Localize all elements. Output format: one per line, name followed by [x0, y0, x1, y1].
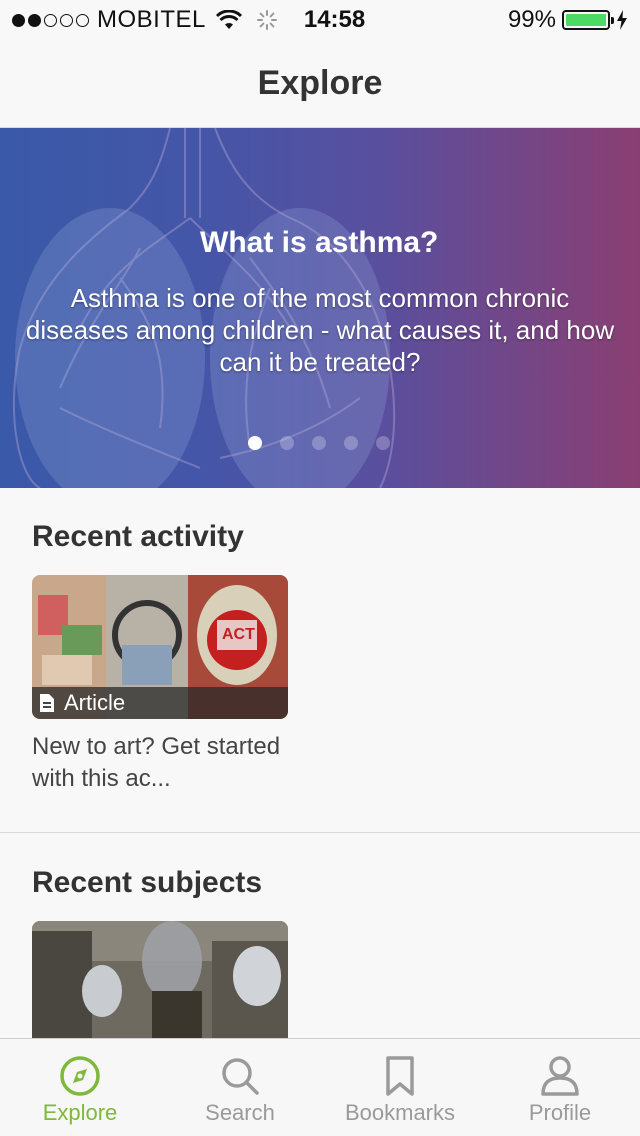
hero-description: Asthma is one of the most common chronic…	[25, 283, 615, 377]
tab-bar: Explore Search Bookmarks Profile	[0, 1038, 640, 1136]
person-icon	[541, 1056, 579, 1096]
page-dot[interactable]	[248, 436, 262, 450]
recent-activity-heading: Recent activity	[32, 520, 244, 553]
page-title: Explore	[257, 64, 383, 102]
charging-icon	[617, 10, 627, 30]
tab-search[interactable]: Search	[160, 1039, 320, 1136]
tab-bookmarks[interactable]: Bookmarks	[320, 1039, 480, 1136]
status-bar: MOBITEL 14:58 99%	[0, 0, 640, 40]
page-dot[interactable]	[312, 436, 326, 450]
compass-icon	[60, 1056, 100, 1096]
page-dot[interactable]	[280, 436, 294, 450]
tab-label: Search	[205, 1100, 275, 1125]
wifi-icon	[215, 10, 242, 29]
tab-label: Explore	[42, 1100, 118, 1125]
article-badge: Article	[32, 687, 288, 719]
recent-activity-card[interactable]: ACT Article	[32, 575, 288, 719]
signal-strength-icon	[12, 13, 89, 27]
page-dot[interactable]	[376, 436, 390, 450]
tab-explore[interactable]: Explore	[0, 1039, 160, 1136]
search-icon	[222, 1058, 259, 1095]
recent-subjects-heading: Recent subjects	[32, 866, 263, 899]
document-icon	[40, 694, 54, 712]
battery-icon	[562, 10, 614, 30]
tab-profile[interactable]: Profile	[480, 1039, 640, 1136]
navigation-bar: Explore	[0, 40, 640, 128]
hero-title: What is asthma?	[200, 226, 439, 259]
page-dot[interactable]	[344, 436, 358, 450]
bookmark-icon	[386, 1056, 414, 1096]
explore-screen: MOBITEL 14:58 99% Explore What is asthma…	[0, 0, 640, 1136]
page-indicator[interactable]	[248, 436, 390, 450]
tab-label: Bookmarks	[344, 1100, 456, 1125]
section-divider	[0, 832, 640, 833]
clock: 14:58	[303, 6, 366, 33]
svg-text:ACT: ACT	[222, 626, 255, 643]
featured-carousel[interactable]: What is asthma? Asthma is one of the mos…	[0, 128, 640, 488]
carrier-name: MOBITEL	[97, 6, 206, 33]
tab-label: Profile	[528, 1100, 592, 1125]
activity-spinner-icon	[256, 10, 277, 30]
card-type-label: Article	[64, 690, 126, 715]
recent-activity-caption[interactable]: New to art? Get started with this ac...	[32, 731, 292, 795]
battery-percentage: 99%	[507, 6, 556, 33]
